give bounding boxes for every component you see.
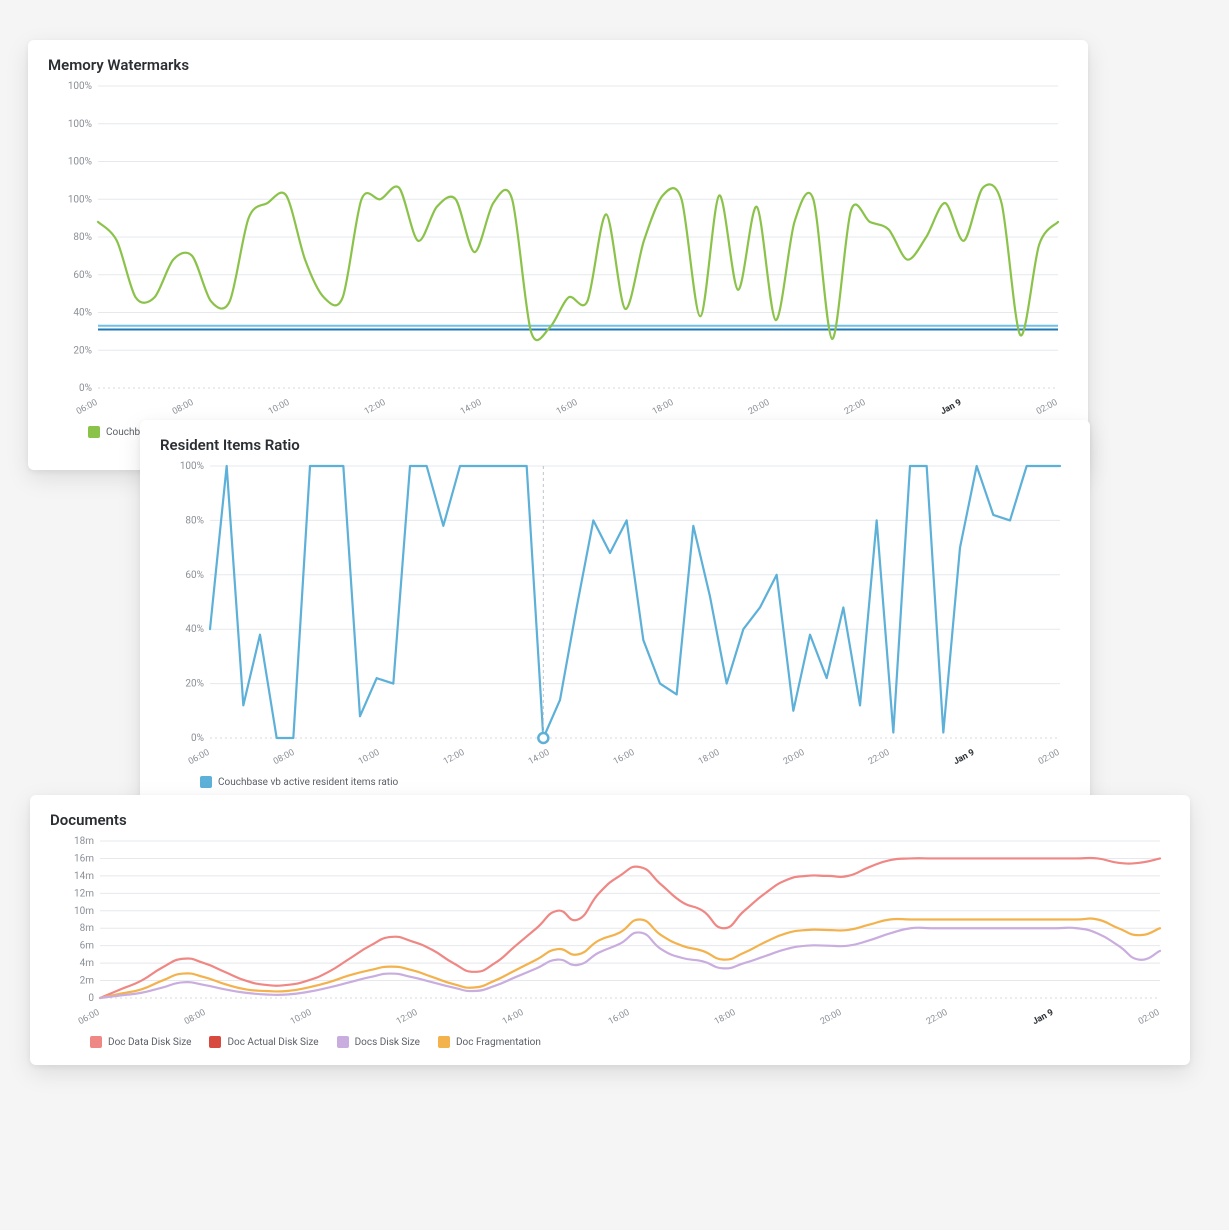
svg-text:100%: 100% <box>180 461 204 472</box>
legend-item[interactable]: Doc Actual Disk Size <box>209 1036 318 1048</box>
svg-text:22:00: 22:00 <box>843 398 867 417</box>
svg-text:100%: 100% <box>68 194 92 205</box>
svg-text:12:00: 12:00 <box>442 748 466 767</box>
svg-text:10:00: 10:00 <box>289 1008 313 1027</box>
chart-card-resident-items: Resident Items Ratio 0%20%40%60%80%100%0… <box>140 420 1090 810</box>
svg-text:20%: 20% <box>73 345 92 356</box>
svg-text:2m: 2m <box>80 976 95 987</box>
svg-text:20:00: 20:00 <box>819 1008 843 1027</box>
chart-area[interactable]: 0% 20% 40% 60% 80% 100% 100% 100% 100% 06:00 08:00… <box>48 80 1068 420</box>
legend-item[interactable]: Couchb <box>88 426 140 438</box>
svg-text:14:00: 14:00 <box>527 748 551 767</box>
svg-text:16:00: 16:00 <box>612 748 636 767</box>
legend-swatch <box>209 1036 221 1048</box>
legend-label: Couchb <box>106 427 140 438</box>
chart-area[interactable]: 0% 20% 40% 60% 80% 100% 06:00 08:00 10:00 12:00 14… <box>160 460 1070 770</box>
chart-title: Documents <box>50 811 1170 829</box>
legend-item[interactable]: Docs Disk Size <box>337 1036 420 1048</box>
svg-text:22:00: 22:00 <box>925 1008 949 1027</box>
svg-text:12:00: 12:00 <box>363 398 387 417</box>
svg-text:20%: 20% <box>185 679 204 690</box>
svg-text:22:00: 22:00 <box>867 748 891 767</box>
svg-text:18:00: 18:00 <box>697 748 721 767</box>
svg-text:08:00: 08:00 <box>183 1008 207 1027</box>
svg-text:14:00: 14:00 <box>459 398 483 417</box>
chart-title: Memory Watermarks <box>48 56 1068 74</box>
svg-text:60%: 60% <box>73 270 92 281</box>
svg-text:06:00: 06:00 <box>75 398 99 417</box>
svg-text:12:00: 12:00 <box>395 1008 419 1027</box>
svg-text:08:00: 08:00 <box>272 748 296 767</box>
legend-swatch <box>200 776 212 788</box>
legend-label: Couchbase vb active resident items ratio <box>218 777 398 788</box>
svg-text:0: 0 <box>88 993 94 1004</box>
svg-text:14m: 14m <box>74 871 94 882</box>
svg-text:60%: 60% <box>185 570 204 581</box>
chart-title: Resident Items Ratio <box>160 436 1070 454</box>
chart-card-memory-watermarks: Memory Watermarks 0% 20% 40% 60% 80% 100% 100%… <box>28 40 1088 470</box>
svg-text:02:00: 02:00 <box>1035 398 1059 417</box>
svg-text:16m: 16m <box>74 853 94 864</box>
svg-text:20:00: 20:00 <box>782 748 806 767</box>
legend-swatch <box>337 1036 349 1048</box>
svg-text:Jan 9: Jan 9 <box>939 398 963 417</box>
svg-text:0%: 0% <box>191 733 204 744</box>
svg-text:80%: 80% <box>185 515 204 526</box>
svg-text:40%: 40% <box>185 624 204 635</box>
legend-label: Doc Actual Disk Size <box>227 1037 318 1048</box>
svg-text:18:00: 18:00 <box>713 1008 737 1027</box>
legend-label: Doc Data Disk Size <box>108 1037 191 1048</box>
svg-text:16:00: 16:00 <box>555 398 579 417</box>
svg-text:18m: 18m <box>74 836 94 847</box>
svg-text:10:00: 10:00 <box>267 398 291 417</box>
svg-text:08:00: 08:00 <box>171 398 195 417</box>
svg-text:20:00: 20:00 <box>747 398 771 417</box>
svg-text:10:00: 10:00 <box>357 748 381 767</box>
chart-card-documents: Documents 02m4m6m8m10m12m14m16m18m06:000… <box>30 795 1190 1065</box>
legend: Doc Data Disk Size Doc Actual Disk Size … <box>50 1036 1170 1048</box>
legend-swatch <box>88 426 100 438</box>
svg-text:100%: 100% <box>68 81 92 92</box>
svg-text:02:00: 02:00 <box>1037 748 1061 767</box>
legend-label: Docs Disk Size <box>355 1037 420 1048</box>
svg-text:4m: 4m <box>80 958 95 969</box>
legend: Couchbase vb active resident items ratio <box>160 776 1070 788</box>
svg-text:100%: 100% <box>68 119 92 130</box>
svg-text:06:00: 06:00 <box>77 1008 101 1027</box>
chart-area[interactable]: 0 2m 4m 6m 8m 10m 12m 14m 16m 18m 06:00 08:00 10:00 1… <box>50 835 1170 1030</box>
legend-item[interactable]: Doc Fragmentation <box>438 1036 541 1048</box>
legend-label: Doc Fragmentation <box>456 1037 541 1048</box>
legend-swatch <box>90 1036 102 1048</box>
svg-text:Jan 9: Jan 9 <box>1031 1008 1055 1027</box>
svg-text:6m: 6m <box>80 941 95 952</box>
svg-text:100%: 100% <box>68 157 92 168</box>
svg-text:10m: 10m <box>74 906 94 917</box>
svg-text:Jan 9: Jan 9 <box>952 748 976 767</box>
svg-text:06:00: 06:00 <box>187 748 211 767</box>
svg-text:14:00: 14:00 <box>501 1008 525 1027</box>
legend-swatch <box>438 1036 450 1048</box>
svg-text:16:00: 16:00 <box>607 1008 631 1027</box>
svg-text:40%: 40% <box>73 308 92 319</box>
legend-item[interactable]: Doc Data Disk Size <box>90 1036 191 1048</box>
svg-text:0%: 0% <box>79 383 92 394</box>
svg-text:18:00: 18:00 <box>651 398 675 417</box>
svg-text:80%: 80% <box>73 232 92 243</box>
svg-text:12m: 12m <box>74 888 94 899</box>
svg-text:02:00: 02:00 <box>1137 1008 1161 1027</box>
svg-text:8m: 8m <box>80 923 95 934</box>
legend-item[interactable]: Couchbase vb active resident items ratio <box>200 776 398 788</box>
